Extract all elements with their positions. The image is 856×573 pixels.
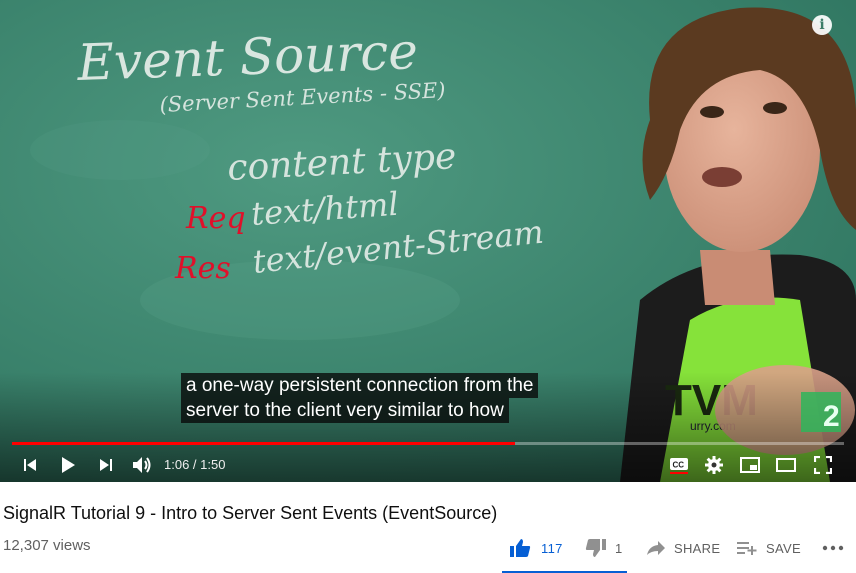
fullscreen-button[interactable]	[811, 453, 835, 477]
svg-text:CC: CC	[673, 461, 685, 470]
thumbs-down-icon	[585, 539, 606, 557]
board-text-req: Req	[185, 201, 246, 236]
play-button[interactable]	[56, 453, 80, 477]
video-title: SignalR Tutorial 9 - Intro to Server Sen…	[3, 503, 498, 523]
share-label: SHARE	[674, 540, 721, 556]
view-count: 12,307 views	[3, 537, 91, 554]
time-display: 1:06 / 1:50	[164, 457, 226, 472]
play-icon	[62, 457, 75, 473]
theater-icon	[776, 458, 796, 472]
captions-button[interactable]: CC	[667, 453, 691, 477]
board-text-res: Res	[174, 251, 231, 286]
info-icon[interactable]: i	[812, 15, 832, 35]
theater-mode-button[interactable]	[774, 453, 798, 477]
save-label: SAVE	[766, 540, 801, 556]
share-icon	[647, 541, 665, 555]
previous-button[interactable]	[20, 453, 40, 477]
settings-button[interactable]	[702, 453, 726, 477]
miniplayer-icon	[740, 457, 760, 473]
more-horizontal-icon	[822, 545, 844, 551]
volume-button[interactable]	[130, 453, 154, 477]
fullscreen-icon	[814, 456, 832, 474]
captions-overlay: a one-way persistent connection from the…	[181, 373, 539, 423]
progress-played	[12, 442, 516, 445]
previous-icon	[24, 459, 36, 471]
more-actions-button[interactable]	[822, 536, 844, 560]
next-button[interactable]	[96, 453, 116, 477]
player-controls: 1:06 / 1:50 CC	[0, 450, 856, 480]
miniplayer-button[interactable]	[738, 453, 762, 477]
settings-icon	[705, 456, 723, 474]
like-button[interactable]: 117	[509, 536, 563, 560]
channel-watermark-icon[interactable]: 2	[801, 392, 841, 432]
progress-bar[interactable]	[12, 442, 844, 445]
captions-icon: CC	[670, 458, 688, 474]
video-player[interactable]: Event Source (Server Sent Events - SSE) …	[0, 0, 856, 482]
dislike-button[interactable]: 1	[585, 536, 623, 560]
caption-line: server to the client very similar to how	[181, 398, 509, 423]
svg-text:2: 2	[823, 400, 840, 432]
dislike-count: 1	[615, 540, 623, 556]
volume-icon	[133, 457, 151, 473]
add-to-playlist-icon	[737, 542, 757, 555]
like-count: 117	[541, 540, 563, 556]
thumbs-up-icon	[510, 539, 531, 557]
caption-line: a one-way persistent connection from the	[181, 373, 539, 398]
save-button[interactable]: SAVE	[737, 536, 801, 560]
next-icon	[100, 459, 112, 471]
share-button[interactable]: SHARE	[646, 536, 720, 560]
